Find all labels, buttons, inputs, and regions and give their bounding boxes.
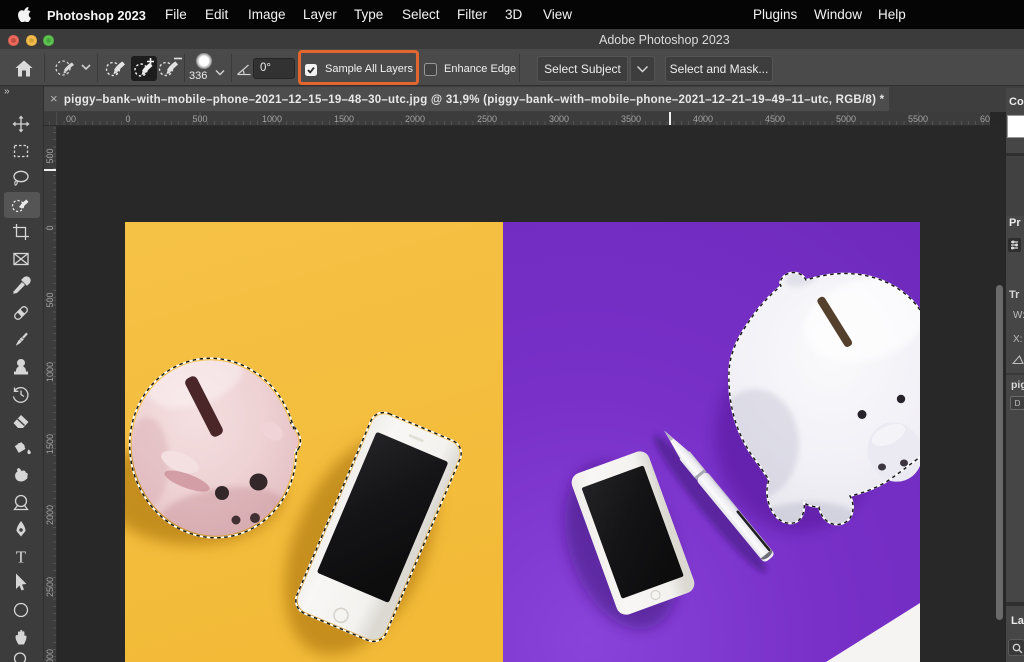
svg-text:T: T (16, 548, 27, 567)
